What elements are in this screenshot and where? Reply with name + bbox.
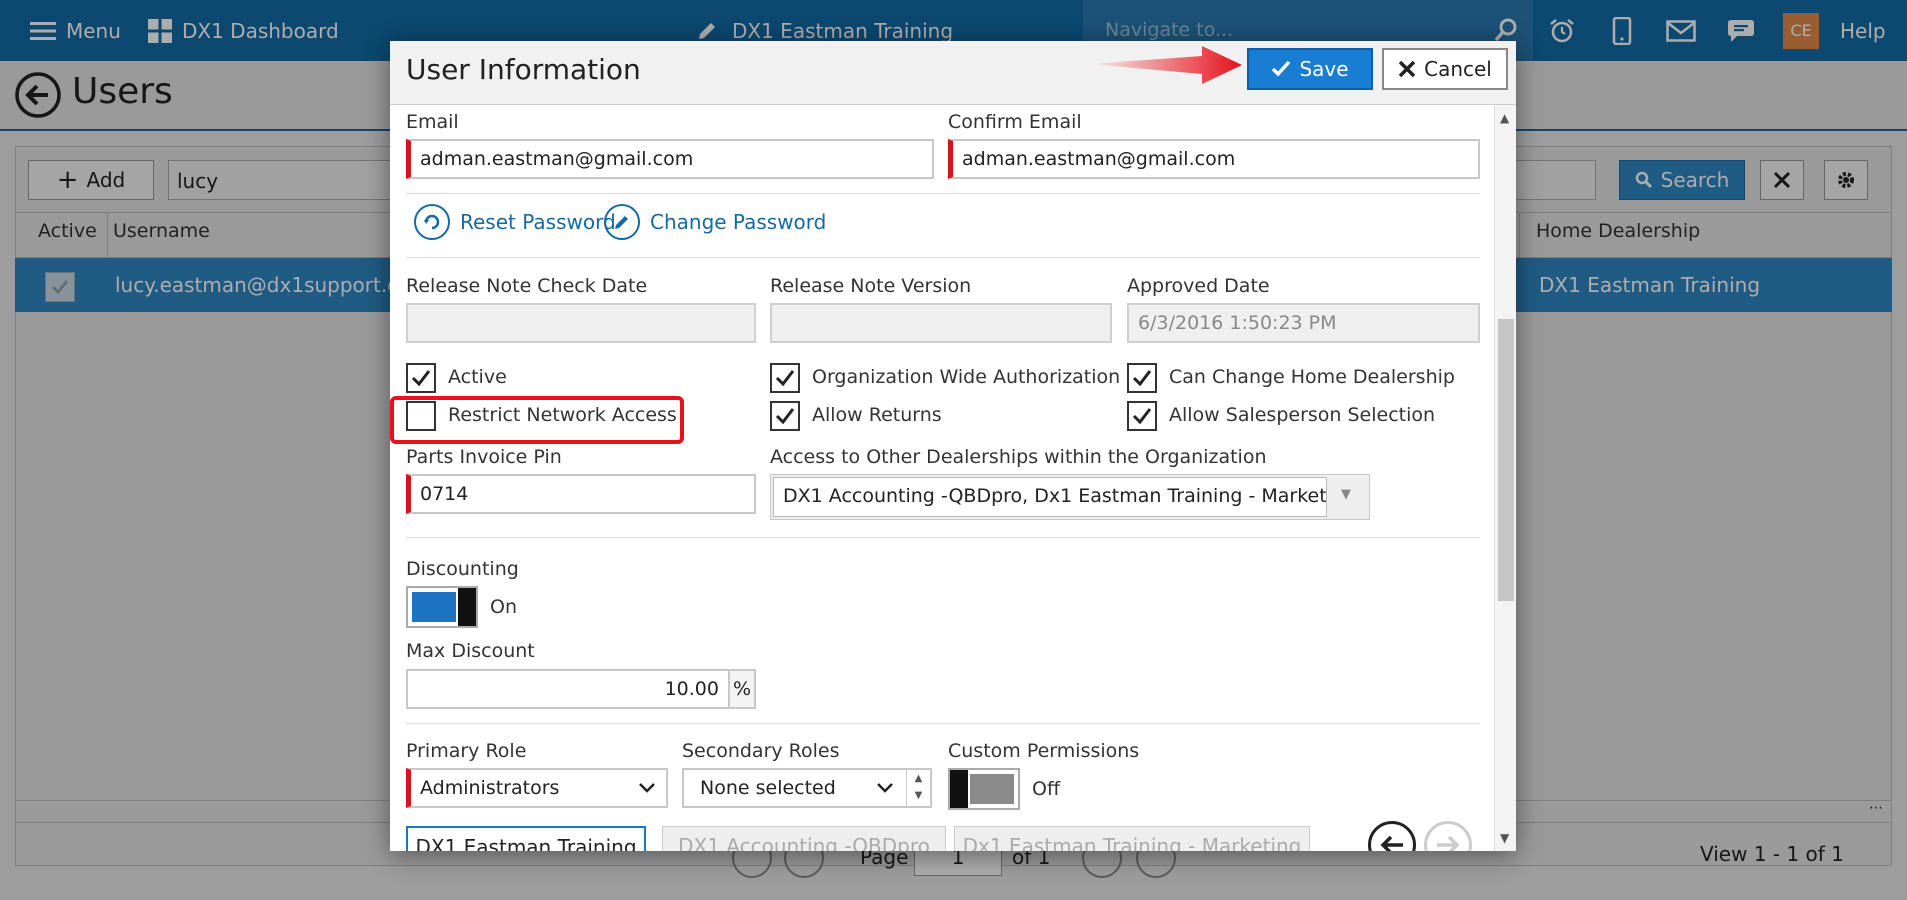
toggle-track	[970, 774, 1014, 804]
save-label: Save	[1299, 57, 1349, 81]
max-discount-label: Max Discount	[406, 640, 535, 662]
custom-permissions-state: Off	[1032, 778, 1061, 800]
release-note-version-field	[770, 303, 1112, 343]
caret-down-icon: ▼	[1341, 487, 1351, 502]
primary-role-label: Primary Role	[406, 740, 527, 762]
check-icon	[411, 370, 431, 387]
check-icon	[1132, 370, 1152, 387]
dialog-scrollbar[interactable]: ▲ ▼	[1494, 105, 1516, 851]
reset-password-label: Reset Password	[460, 210, 616, 234]
toggle-knob	[950, 770, 968, 808]
dialog-title: User Information	[406, 53, 641, 86]
approved-date-label: Approved Date	[1127, 275, 1270, 297]
user-information-dialog: User Information Save Cancel ▲ ▼ Email a…	[390, 41, 1516, 851]
tab-scroll-left-icon[interactable]	[1368, 821, 1416, 851]
change-password-link[interactable]: Change Password	[604, 204, 826, 240]
toggle-track	[412, 592, 456, 622]
access-other-dealerships-value: DX1 Accounting -QBDpro, Dx1 Eastman Trai…	[773, 477, 1327, 517]
scroll-down-icon[interactable]: ▼	[1500, 831, 1509, 845]
discounting-state: On	[490, 596, 517, 618]
percent-addon: %	[728, 669, 756, 709]
primary-role-value: Administrators	[420, 777, 560, 799]
organization-wide-authorization-label: Organization Wide Authorization	[812, 366, 1121, 388]
confirm-email-field[interactable]: adman.eastman@gmail.com	[948, 139, 1480, 179]
secondary-roles-select[interactable]: None selected ▲ ▼	[682, 768, 932, 808]
allow-salesperson-selection-checkbox[interactable]	[1127, 401, 1157, 431]
cancel-button[interactable]: Cancel	[1382, 48, 1508, 90]
annotation-arrow-icon	[1090, 46, 1242, 84]
pencil-icon	[604, 204, 640, 240]
change-password-label: Change Password	[650, 210, 827, 234]
divider	[406, 723, 1480, 724]
stepper-icon[interactable]: ▲ ▼	[906, 770, 930, 806]
divider	[406, 257, 1480, 258]
approved-date-field: 6/3/2016 1:50:23 PM	[1127, 303, 1480, 343]
secondary-roles-value: None selected	[700, 777, 836, 799]
discounting-label: Discounting	[406, 558, 519, 580]
toggle-knob	[458, 588, 476, 626]
allow-returns-checkbox[interactable]	[770, 401, 800, 431]
parts-invoice-pin-label: Parts Invoice Pin	[406, 446, 562, 468]
discounting-toggle[interactable]	[406, 586, 478, 628]
chevron-down-icon	[877, 783, 893, 793]
reset-password-link[interactable]: Reset Password	[414, 204, 616, 240]
tab-dx1-eastman-training[interactable]: DX1 Eastman Training	[406, 826, 646, 851]
highlight-box	[390, 396, 684, 444]
custom-permissions-label: Custom Permissions	[948, 740, 1140, 762]
release-note-check-date-field	[406, 303, 756, 343]
email-field[interactable]: adman.eastman@gmail.com	[406, 139, 934, 179]
check-icon	[1272, 60, 1291, 77]
save-button[interactable]: Save	[1247, 48, 1373, 90]
active-checkbox[interactable]	[406, 363, 436, 393]
confirm-email-label: Confirm Email	[948, 111, 1082, 133]
dialog-header: User Information Save Cancel	[390, 41, 1516, 105]
allow-returns-label: Allow Returns	[812, 404, 942, 426]
divider	[406, 193, 1480, 194]
access-other-dealerships-label: Access to Other Dealerships within the O…	[770, 446, 1267, 468]
custom-permissions-toggle[interactable]	[948, 768, 1020, 810]
scroll-up-icon[interactable]: ▲	[1500, 111, 1509, 125]
tab-scroll-right-icon[interactable]	[1424, 821, 1472, 851]
release-note-check-date-label: Release Note Check Date	[406, 275, 648, 297]
check-icon	[1132, 408, 1152, 425]
can-change-home-dealership-label: Can Change Home Dealership	[1169, 366, 1455, 388]
parts-invoice-pin-field[interactable]: 0714	[406, 474, 756, 514]
scrollbar-thumb[interactable]	[1498, 319, 1514, 601]
reset-icon	[414, 204, 450, 240]
allow-salesperson-selection-label: Allow Salesperson Selection	[1169, 404, 1436, 426]
tab-dx1-accounting-qbdpro[interactable]: DX1 Accounting -QBDpro	[662, 826, 946, 851]
check-icon	[775, 370, 795, 387]
close-icon	[1398, 60, 1416, 78]
release-note-version-label: Release Note Version	[770, 275, 972, 297]
check-icon	[775, 408, 795, 425]
tab-dx1-eastman-training-marketing[interactable]: Dx1 Eastman Training - Marketing	[954, 826, 1310, 851]
organization-wide-authorization-checkbox[interactable]	[770, 363, 800, 393]
email-label: Email	[406, 111, 459, 133]
secondary-roles-label: Secondary Roles	[682, 740, 840, 762]
active-label: Active	[448, 366, 507, 388]
max-discount-field[interactable]: 10.00	[406, 669, 730, 709]
primary-role-select[interactable]: Administrators	[406, 768, 668, 808]
divider	[406, 537, 1480, 538]
cancel-label: Cancel	[1424, 57, 1492, 81]
can-change-home-dealership-checkbox[interactable]	[1127, 363, 1157, 393]
chevron-down-icon	[639, 783, 655, 793]
access-other-dealerships-select[interactable]: DX1 Accounting -QBDpro, Dx1 Eastman Trai…	[770, 474, 1370, 520]
